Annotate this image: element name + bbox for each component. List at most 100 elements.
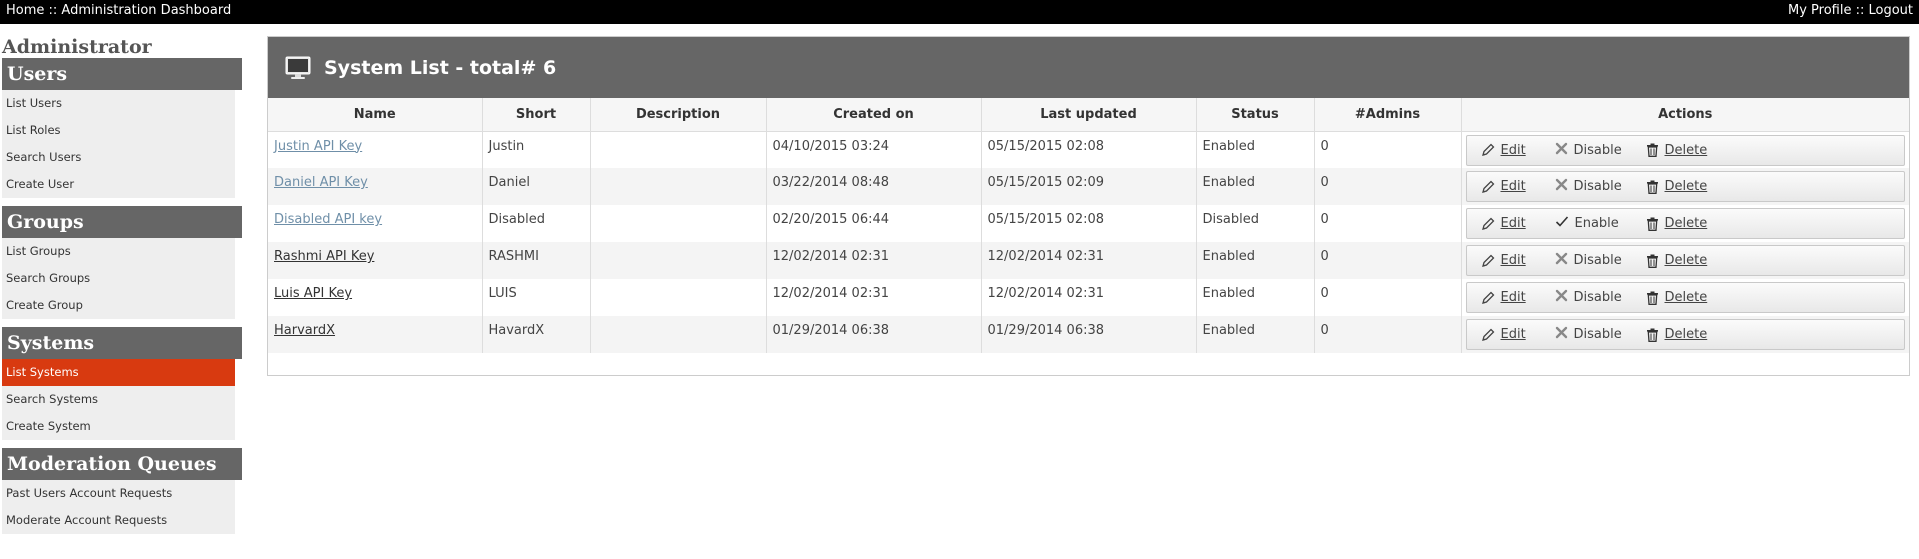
toggle-button[interactable]: Disable (1555, 178, 1646, 195)
cell-actions: Edit Disable Delete (1461, 242, 1909, 279)
toggle-icon (1555, 178, 1574, 195)
toggle-button[interactable]: Disable (1555, 142, 1646, 159)
cell-created-on: 12/02/2014 02:31 (766, 242, 982, 279)
delete-button[interactable]: Delete (1646, 216, 1708, 231)
edit-button[interactable]: Edit (1481, 327, 1555, 342)
sidebar-item-search-users[interactable]: Search Users (2, 144, 235, 171)
x-icon (1555, 252, 1567, 265)
edit-button[interactable]: Edit (1481, 179, 1555, 194)
top-bar-right: My Profile :: Logout (1788, 0, 1913, 24)
system-name-link[interactable]: Rashmi API Key (274, 249, 374, 264)
table-row: Luis API Key LUIS 12/02/2014 02:31 12/02… (268, 279, 1909, 316)
pencil-icon (1481, 180, 1494, 193)
column-header-actions: Actions (1461, 98, 1909, 132)
column-header-name[interactable]: Name (268, 98, 483, 132)
cell-created-on: 03/22/2014 08:48 (766, 168, 982, 205)
toggle-icon (1555, 289, 1574, 306)
logout-link[interactable]: Logout (1868, 3, 1913, 18)
system-name-link[interactable]: HarvardX (274, 323, 335, 338)
toggle-icon (1555, 142, 1574, 159)
sidebar-item-list-systems[interactable]: List Systems (2, 359, 235, 386)
cell-last-updated: 12/02/2014 02:31 (981, 279, 1197, 316)
cell-admins: 0 (1314, 316, 1462, 353)
column-header-created-on[interactable]: Created on (766, 98, 982, 132)
sidebar-item-past-account-requests[interactable]: Past Users Account Requests (2, 480, 235, 507)
delete-button[interactable]: Delete (1646, 143, 1707, 158)
sidebar-item-create-system[interactable]: Create System (2, 413, 235, 440)
system-name-link[interactable]: Daniel API Key (274, 175, 368, 190)
toggle-button[interactable]: Enable (1555, 215, 1646, 232)
column-header-status[interactable]: Status (1196, 98, 1315, 132)
sidebar-item-list-users[interactable]: List Users (2, 90, 235, 117)
cell-last-updated: 01/29/2014 06:38 (981, 316, 1197, 353)
edit-button[interactable]: Edit (1481, 290, 1555, 305)
sidebar-item-search-systems[interactable]: Search Systems (2, 386, 235, 413)
cell-admins: 0 (1314, 205, 1462, 242)
table-row: Justin API Key Justin 04/10/2015 03:24 0… (268, 131, 1909, 168)
systems-table: Name Short Description Created on Last u… (268, 98, 1909, 353)
cell-description (590, 279, 767, 316)
sidebar-item-create-user[interactable]: Create User (2, 171, 235, 198)
toggle-button[interactable]: Disable (1555, 326, 1646, 343)
cell-short: Disabled (482, 205, 591, 242)
edit-button[interactable]: Edit (1481, 143, 1555, 158)
trash-icon (1646, 217, 1658, 231)
pencil-icon (1481, 254, 1494, 267)
cell-actions: Edit Enable Delete (1461, 205, 1909, 242)
edit-label: Edit (1500, 327, 1526, 342)
breadcrumb-separator: :: (44, 3, 62, 18)
delete-button[interactable]: Delete (1646, 327, 1707, 342)
pencil-icon (1481, 328, 1494, 341)
system-name-link[interactable]: Luis API Key (274, 286, 352, 301)
sidebar-item-list-roles[interactable]: List Roles (2, 117, 235, 144)
table-row: Rashmi API Key RASHMI 12/02/2014 02:31 1… (268, 242, 1909, 279)
sidebar-list-moderation: Past Users Account Requests Moderate Acc… (2, 480, 235, 534)
system-name-link[interactable]: Justin API Key (274, 139, 362, 154)
edit-button[interactable]: Edit (1481, 253, 1555, 268)
sidebar-heading-groups: Groups (2, 206, 242, 238)
cell-status: Disabled (1196, 205, 1315, 242)
home-link[interactable]: Home (6, 3, 44, 18)
cell-actions: Edit Disable Delete (1461, 279, 1909, 316)
edit-button[interactable]: Edit (1481, 216, 1555, 231)
sidebar-section-users: Users List Users List Roles Search Users… (0, 58, 244, 198)
cell-actions: Edit Disable Delete (1461, 168, 1909, 205)
sidebar-item-create-group[interactable]: Create Group (2, 292, 235, 319)
sidebar-heading-moderation: Moderation Queues (2, 448, 242, 480)
cell-name: Disabled API key (268, 205, 483, 242)
column-header-admins[interactable]: #Admins (1314, 98, 1462, 132)
row-actions: Edit Disable Delete (1465, 134, 1905, 166)
toggle-button[interactable]: Disable (1555, 252, 1646, 269)
cell-name: Luis API Key (268, 279, 483, 316)
sidebar-item-moderate-account-requests[interactable]: Moderate Account Requests (2, 507, 235, 534)
edit-label: Edit (1500, 179, 1526, 194)
column-header-short[interactable]: Short (482, 98, 591, 132)
dashboard-link[interactable]: Administration Dashboard (61, 3, 231, 18)
delete-button[interactable]: Delete (1646, 290, 1707, 305)
pencil-icon (1481, 143, 1494, 156)
delete-label: Delete (1664, 253, 1708, 268)
x-icon (1555, 178, 1567, 191)
sidebar: Administrator Users List Users List Role… (0, 36, 244, 542)
sidebar-item-search-groups[interactable]: Search Groups (2, 265, 235, 292)
top-bar-left: Home :: Administration Dashboard (6, 0, 231, 24)
system-name-link[interactable]: Disabled API key (274, 212, 382, 227)
sidebar-item-list-groups[interactable]: List Groups (2, 238, 235, 265)
table-row: HarvardX HavardX 01/29/2014 06:38 01/29/… (268, 316, 1909, 353)
sidebar-section-groups: Groups List Groups Search Groups Create … (0, 206, 244, 319)
pencil-icon (1481, 217, 1494, 230)
cell-name: Daniel API Key (268, 168, 483, 205)
cell-name: Rashmi API Key (268, 242, 483, 279)
my-profile-link[interactable]: My Profile (1788, 3, 1851, 18)
toggle-button[interactable]: Disable (1555, 289, 1646, 306)
delete-button[interactable]: Delete (1646, 179, 1707, 194)
cell-last-updated: 05/15/2015 02:08 (981, 131, 1197, 168)
cell-description (590, 168, 767, 205)
delete-label: Delete (1664, 216, 1708, 231)
column-header-description[interactable]: Description (590, 98, 767, 132)
trash-icon (1646, 254, 1658, 268)
cell-short: HavardX (482, 316, 591, 353)
delete-button[interactable]: Delete (1646, 253, 1708, 268)
cell-short: Daniel (482, 168, 591, 205)
column-header-last-updated[interactable]: Last updated (981, 98, 1197, 132)
